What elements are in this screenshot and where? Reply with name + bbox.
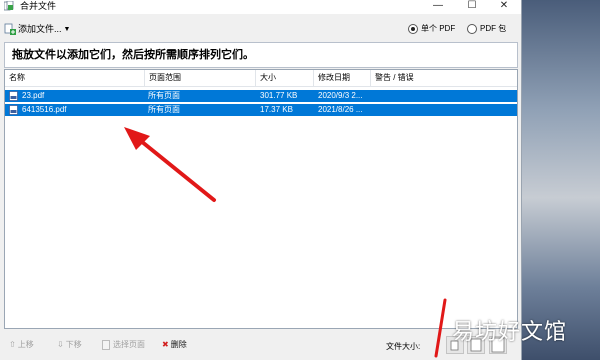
column-header-size[interactable]: 大小 [256, 70, 314, 86]
radio-unselected-icon [467, 23, 477, 34]
column-header-range[interactable]: 页面范围 [145, 70, 256, 86]
maximize-button[interactable]: ☐ [455, 0, 489, 14]
cell-range: 所有页面 [148, 91, 180, 100]
table-header: 名称 页面范围 大小 修改日期 警告 / 错误 [5, 70, 517, 87]
radio-single-pdf[interactable]: 单个 PDF [408, 23, 455, 34]
combine-files-window: 合并文件 — ☐ ✕ 添加文件... ▼ 单个 PDF PDF 包 拖放文件以添… [0, 0, 522, 360]
cell-range: 所有页面 [148, 105, 180, 114]
table-row[interactable]: 6413516.pdf 所有页面 17.37 KB 2021/8/26 ... [5, 104, 517, 116]
column-header-name[interactable]: 名称 [5, 70, 145, 86]
select-pages-button[interactable]: 选择页面 [101, 339, 145, 350]
radio-selected-icon [408, 23, 418, 34]
radio-pdf-package[interactable]: PDF 包 [467, 23, 506, 34]
combine-app-icon [4, 1, 14, 11]
radio-package-label: PDF 包 [480, 24, 507, 33]
select-pages-label: 选择页面 [113, 340, 145, 349]
cell-date: 2021/8/26 ... [318, 105, 363, 114]
cell-size: 301.77 KB [260, 91, 298, 100]
arrow-up-icon: ⇧ [9, 340, 16, 349]
move-down-button[interactable]: ⇩ 下移 [57, 339, 82, 350]
arrow-down-icon: ⇩ [57, 340, 64, 349]
chevron-down-icon: ▼ [63, 25, 71, 33]
title-bar: 合并文件 — ☐ ✕ [0, 0, 521, 14]
cell-warning [375, 104, 515, 116]
column-header-date[interactable]: 修改日期 [314, 70, 371, 86]
add-files-label: 添加文件... [18, 24, 62, 34]
cell-size: 17.37 KB [260, 105, 293, 114]
delete-label: 删除 [170, 340, 187, 349]
instruction-text: 拖放文件以添加它们，然后按所需顺序排列它们。 [12, 49, 254, 61]
bottom-bar: ⇧ 上移 ⇩ 下移 选择页面 ✖ 删除 文件大小: [0, 332, 521, 360]
file-size-label: 文件大小: [386, 342, 421, 351]
toolbar: 添加文件... ▼ 单个 PDF PDF 包 [0, 17, 521, 41]
add-file-icon [4, 23, 16, 35]
file-list[interactable]: 名称 页面范围 大小 修改日期 警告 / 错误 23.pdf 所有页面 301.… [4, 69, 518, 329]
close-button[interactable]: ✕ [487, 0, 521, 14]
move-down-label: 下移 [65, 340, 82, 349]
table-row[interactable]: 23.pdf 所有页面 301.77 KB 2020/9/3 2... [5, 90, 517, 102]
radio-single-label: 单个 PDF [421, 24, 456, 33]
cell-name: 6413516.pdf [22, 105, 67, 114]
add-files-button[interactable]: 添加文件... ▼ [4, 22, 70, 36]
page-icon [102, 339, 110, 350]
move-up-button[interactable]: ⇧ 上移 [9, 339, 34, 350]
delete-button[interactable]: ✖ 删除 [162, 339, 187, 350]
pdf-file-icon [9, 91, 18, 101]
cell-warning [375, 90, 515, 102]
instruction-panel: 拖放文件以添加它们，然后按所需顺序排列它们。 [4, 42, 518, 68]
column-header-warning[interactable]: 警告 / 错误 [371, 70, 517, 86]
cell-date: 2020/9/3 2... [318, 91, 363, 100]
cell-name: 23.pdf [22, 91, 45, 100]
move-up-label: 上移 [17, 340, 34, 349]
desktop-background [522, 0, 600, 360]
delete-x-icon: ✖ [162, 340, 169, 349]
minimize-button[interactable]: — [421, 0, 455, 14]
watermark-text: 易坊好文馆 [452, 320, 568, 345]
window-title: 合并文件 [20, 1, 57, 11]
pdf-file-icon [9, 105, 18, 115]
